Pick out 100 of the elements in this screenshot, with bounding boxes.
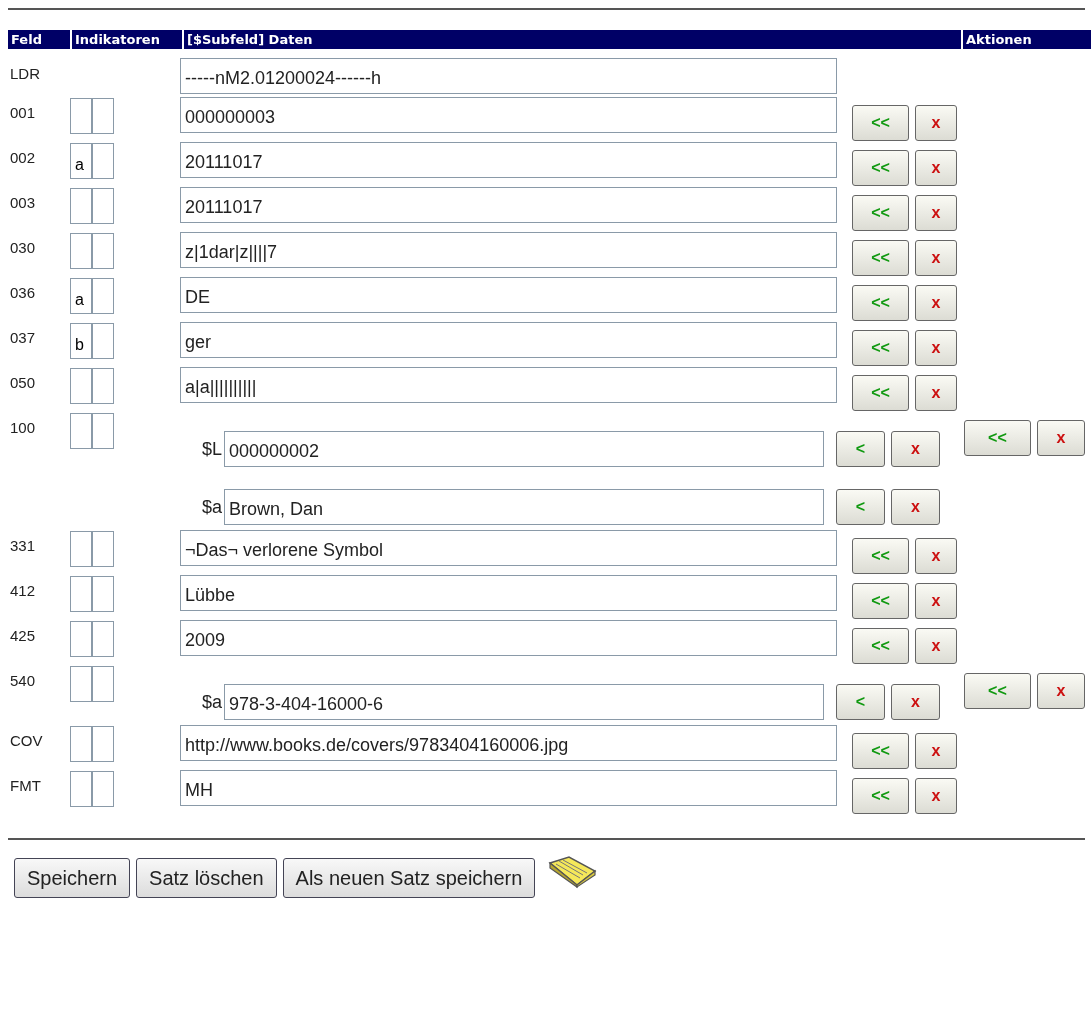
move-button[interactable]: << [852,330,910,366]
column-header: Aktionen [963,30,1091,49]
move-button[interactable]: << [852,285,910,321]
indicator-field[interactable] [92,278,114,314]
data-field[interactable]: ger [180,322,837,358]
delete-button[interactable]: x [915,375,957,411]
move-button[interactable]: << [852,105,910,141]
move-button[interactable]: < [836,489,885,525]
column-header: Feld [8,30,70,49]
delete-button[interactable]: x [915,538,957,574]
indicator-field[interactable] [70,531,92,567]
field-tag: 425 [8,619,70,644]
delete-button[interactable]: x [915,105,957,141]
indicator-field[interactable] [70,368,92,404]
subfield-field[interactable]: 000000002 [224,431,824,467]
move-button[interactable]: << [964,420,1031,456]
indicator-field[interactable]: a [70,278,92,314]
data-field[interactable]: 20111017 [180,187,837,223]
indicator-field[interactable] [92,188,114,224]
indicator-field[interactable] [70,576,92,612]
data-field[interactable]: Lübbe [180,575,837,611]
delete-button[interactable]: x [915,733,957,769]
indicator-field[interactable] [92,323,114,359]
delete-button[interactable]: x [891,431,940,467]
data-field[interactable]: DE [180,277,837,313]
delete-button[interactable]: x [891,684,940,720]
indicator-field[interactable]: a [70,143,92,179]
data-field[interactable]: 2009 [180,620,837,656]
field-tag: 003 [8,186,70,211]
form-button[interactable]: Speichern [14,858,131,898]
indicator-field[interactable] [70,666,92,702]
indicator-field[interactable] [70,771,92,807]
indicator-field[interactable] [70,188,92,224]
subfield-code: $a [200,496,223,518]
data-field[interactable]: MH [180,770,837,806]
indicator-field[interactable] [92,666,114,702]
form-button[interactable]: Als neuen Satz speichern [282,858,536,898]
column-header: [$Subfeld] Daten [184,30,961,49]
delete-button[interactable]: x [1036,673,1085,709]
delete-button[interactable]: x [1036,420,1085,456]
subfield-code: $L [200,438,223,460]
field-tag: 100 [8,411,70,436]
indicator-field[interactable] [70,413,92,449]
move-button[interactable]: < [836,431,885,467]
data-field[interactable]: http://www.books.de/covers/9783404160006.jpg [180,725,837,761]
indicator-field[interactable] [70,726,92,762]
indicator-field[interactable] [92,726,114,762]
data-field[interactable]: z|1dar|z||||7 [180,232,837,268]
field-tag: 331 [8,529,70,554]
indicator-field[interactable]: b [70,323,92,359]
indicator-field[interactable] [92,531,114,567]
indicator-field[interactable] [70,233,92,269]
field-tag: 036 [8,276,70,301]
delete-button[interactable]: x [915,583,957,619]
move-button[interactable]: << [964,673,1031,709]
indicator-field[interactable] [92,771,114,807]
indicator-field[interactable] [92,98,114,134]
data-field[interactable]: a|a|||||||||| [180,367,837,403]
field-tag: 001 [8,96,70,121]
field-tag: 412 [8,574,70,599]
field-tag: COV [8,724,70,749]
data-field[interactable]: -----nM2.01200024------h [180,58,837,94]
delete-button[interactable]: x [915,240,957,276]
move-button[interactable]: << [852,240,910,276]
delete-button[interactable]: x [891,489,940,525]
indicator-field[interactable] [92,233,114,269]
field-tag: 030 [8,231,70,256]
delete-button[interactable]: x [915,285,957,321]
move-button[interactable]: << [852,733,910,769]
move-button[interactable]: << [852,195,910,231]
indicator-field[interactable] [92,413,114,449]
move-button[interactable]: << [852,150,910,186]
data-field[interactable]: 000000003 [180,97,837,133]
delete-button[interactable]: x [915,778,957,814]
indicator-field[interactable] [92,576,114,612]
subfield-code: $a [200,691,223,713]
column-header: Indikatoren [72,30,182,49]
field-tag: 002 [8,141,70,166]
delete-button[interactable]: x [915,330,957,366]
delete-button[interactable]: x [915,628,957,664]
subfield-field[interactable]: 978-3-404-16000-6 [224,684,824,720]
move-button[interactable]: < [836,684,885,720]
move-button[interactable]: << [852,628,910,664]
delete-button[interactable]: x [915,150,957,186]
move-button[interactable]: << [852,538,910,574]
data-field[interactable]: ¬Das¬ verlorene Symbol [180,530,837,566]
field-tag: FMT [8,769,70,794]
move-button[interactable]: << [852,375,910,411]
form-button[interactable]: Satz löschen [136,858,277,898]
move-button[interactable]: << [852,583,910,619]
data-field[interactable]: 20111017 [180,142,837,178]
move-button[interactable]: << [852,778,910,814]
indicator-field[interactable] [92,621,114,657]
indicator-field[interactable] [92,143,114,179]
delete-button[interactable]: x [915,195,957,231]
indicator-field[interactable] [70,621,92,657]
subfield-field[interactable]: Brown, Dan [224,489,824,525]
indicator-field[interactable] [92,368,114,404]
indicator-field[interactable] [70,98,92,134]
field-tag: 540 [8,664,70,689]
